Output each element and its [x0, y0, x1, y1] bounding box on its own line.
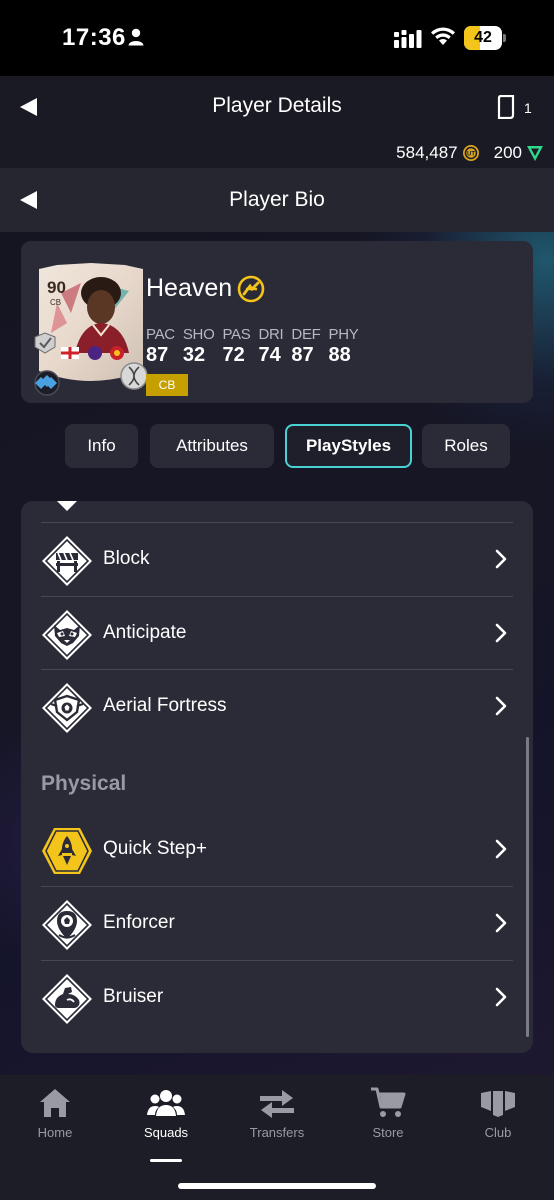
battery-level: 42: [474, 29, 492, 46]
position-badge: CB: [146, 374, 188, 396]
player-card: 90 CB: [21, 241, 533, 403]
status-bar: 17:36 42: [0, 0, 554, 76]
points-value: 200: [493, 143, 522, 162]
stat-label: PHY: [328, 326, 359, 343]
playstyle-label: Block: [103, 548, 150, 569]
coins-value: 584,487: [396, 143, 458, 162]
nav-squads[interactable]: Squads: [111, 1087, 221, 1162]
transfers-icon: [260, 1090, 294, 1118]
device-count: 1: [524, 100, 532, 116]
stat-value: 87: [146, 344, 169, 366]
nav-label: Home: [37, 1125, 73, 1140]
stat-label: DRI: [258, 326, 284, 343]
chevron-right-icon: [495, 839, 507, 859]
playstyle-row-quick-step[interactable]: Quick Step+: [41, 813, 513, 886]
chevron-right-icon: [495, 696, 507, 716]
home-icon: [40, 1089, 70, 1117]
nav-club[interactable]: Club: [443, 1087, 553, 1159]
chevron-right-icon: [495, 623, 507, 643]
stat-pas: PAS 72: [222, 326, 250, 367]
coin-icon: UT: [462, 145, 479, 161]
playstyles-list: Block Anticipate Aerial Fortress Physica…: [21, 501, 533, 1053]
person-icon: [128, 28, 144, 46]
stat-value: 88: [328, 344, 351, 366]
collapse-arrow-icon[interactable]: [57, 501, 77, 511]
chevron-right-icon: [495, 549, 507, 569]
device-icon: [497, 95, 515, 119]
stat-label: PAS: [222, 326, 251, 343]
status-time: 17:36: [62, 24, 126, 51]
stat-sho: SHO 32: [183, 326, 215, 367]
playstyle-label: Anticipate: [103, 622, 187, 643]
nav-label: Club: [484, 1125, 512, 1140]
nav-transfers[interactable]: Transfers: [222, 1087, 332, 1159]
stat-dri: DRI 74: [258, 326, 283, 367]
enforcer-icon: [42, 900, 92, 950]
stat-label: PAC: [146, 326, 175, 343]
stat-value: 87: [291, 344, 314, 366]
nav-label: Squads: [143, 1125, 189, 1140]
top-header: Player Details 1 584,487 UT 200: [0, 76, 554, 168]
special-badge-icon: [237, 275, 265, 303]
signal-icon: [394, 30, 422, 48]
wifi-icon: [431, 27, 455, 45]
playstyle-row-block[interactable]: Block: [41, 523, 513, 596]
stat-label: DEF: [291, 326, 321, 343]
playstyle-label: Bruiser: [103, 986, 164, 1007]
nav-store[interactable]: Store: [333, 1087, 443, 1159]
page-title: Player Details: [212, 94, 342, 117]
tab-attributes[interactable]: Attributes: [150, 424, 274, 468]
svg-text:90: 90: [47, 278, 66, 297]
aerial-fortress-icon: [42, 683, 92, 733]
list-scrollbar[interactable]: [526, 737, 529, 1037]
chevron-right-icon: [495, 987, 507, 1007]
stat-pac: PAC 87: [146, 326, 175, 367]
svg-text:CB: CB: [50, 298, 61, 307]
stat-value: 74: [258, 344, 281, 366]
player-stats: PAC 87 SHO 32 PAS 72 DRI 74 DEF 87 PHY 8…: [146, 326, 366, 367]
nav-label: Store: [372, 1125, 404, 1140]
stat-phy: PHY 88: [329, 326, 359, 367]
points-icon: [527, 146, 543, 161]
battery-indicator: 42: [464, 26, 506, 50]
playstyle-row-bruiser[interactable]: Bruiser: [41, 961, 513, 1034]
playstyle-label: Enforcer: [103, 912, 175, 933]
player-name: Heaven: [146, 274, 233, 302]
stat-value: 72: [222, 344, 245, 366]
store-icon: [371, 1087, 406, 1117]
active-tab-indicator: [150, 1159, 182, 1162]
block-icon: [42, 536, 92, 586]
stat-def: DEF 87: [291, 326, 320, 367]
tab-roles[interactable]: Roles: [422, 424, 510, 468]
stat-label: SHO: [182, 326, 215, 343]
svg-text:UT: UT: [467, 152, 475, 158]
quick-step-icon: [42, 828, 92, 874]
playstyle-label: Aerial Fortress: [103, 695, 227, 716]
player-card-image[interactable]: 90 CB: [31, 263, 151, 403]
nav-label: Transfers: [249, 1125, 305, 1140]
bottom-navigation: Home Squads Transfers Store Club: [0, 1075, 554, 1200]
bruiser-icon: [42, 974, 92, 1024]
playstyle-label: Quick Step+: [103, 838, 208, 859]
home-indicator: [178, 1183, 376, 1189]
chevron-right-icon: [495, 913, 507, 933]
playstyle-row-enforcer[interactable]: Enforcer: [41, 887, 513, 960]
stat-value: 32: [182, 344, 206, 366]
anticipate-icon: [42, 610, 92, 660]
tab-info[interactable]: Info: [65, 424, 138, 468]
tab-playstyles[interactable]: PlayStyles: [285, 424, 412, 468]
nav-home[interactable]: Home: [0, 1087, 110, 1159]
sub-header: Player Bio: [0, 168, 554, 232]
section-title: Player Bio: [229, 188, 325, 211]
playstyle-row-aerial-fortress[interactable]: Aerial Fortress: [41, 670, 513, 743]
physical-section-title: Physical: [41, 772, 127, 795]
squads-icon: [147, 1090, 185, 1116]
playstyle-row-anticipate[interactable]: Anticipate: [41, 597, 513, 670]
club-icon: [481, 1091, 515, 1117]
currency-bar: 584,487 UT 200: [396, 143, 544, 163]
